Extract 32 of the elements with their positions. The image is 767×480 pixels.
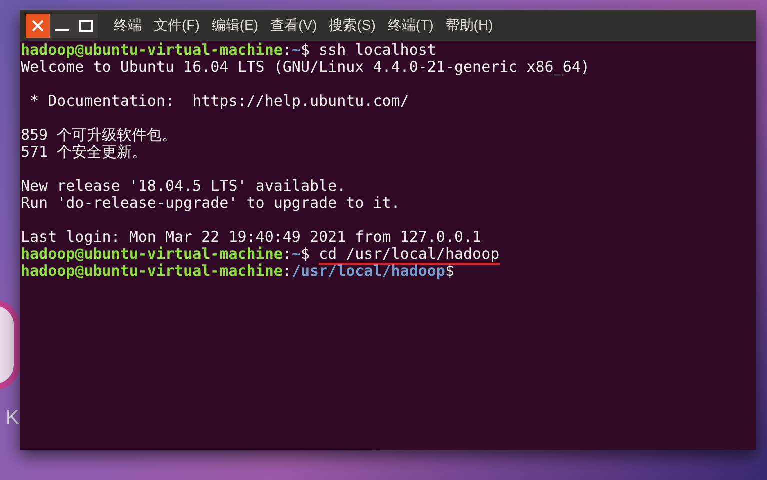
prompt-path: /usr/local/hadoop	[292, 262, 446, 280]
menu-item[interactable]: 帮助(H)	[446, 15, 494, 36]
terminal-text: :	[282, 41, 292, 59]
terminal-text: 571 个安全更新。	[21, 143, 148, 161]
terminal-text: $ ssh localhost	[300, 41, 436, 59]
terminal-text: New release '18.04.5 LTS' available.	[21, 177, 346, 195]
terminal-text: * Documentation: https://help.ubuntu.com/	[29, 92, 410, 110]
terminal-text: 859 个可升级软件包。	[21, 126, 178, 144]
underlined-command: cd /usr/local/hadoop	[319, 245, 500, 265]
menu-item[interactable]: 终端(T)	[388, 15, 434, 36]
terminal-text: Welcome to Ubuntu 16.04 LTS (GNU/Linux 4.4.0-21-generic x86_64)	[21, 58, 590, 76]
maximize-icon	[79, 20, 93, 32]
prompt-user: hadoop@ubuntu-virtual-machine	[21, 245, 283, 263]
close-icon	[32, 20, 44, 32]
menu-item[interactable]: 终端	[114, 15, 142, 36]
prompt-path: ~	[292, 245, 301, 263]
terminal-text: Last login: Mon Mar 22 19:40:49 2021 from 127.0.0.1	[21, 228, 482, 246]
menu-item[interactable]: 查看(V)	[270, 15, 318, 36]
prompt-path: ~	[292, 41, 301, 59]
prompt-user: hadoop@ubuntu-virtual-machine	[21, 41, 283, 59]
terminal-text: Run 'do-release-upgrade' to upgrade to it.	[21, 194, 400, 212]
menu-item[interactable]: 编辑(E)	[212, 15, 259, 36]
menu-item[interactable]: 搜索(S)	[329, 15, 376, 36]
terminal-text: :	[282, 245, 292, 263]
terminal-text: :	[282, 262, 292, 280]
prompt-user: hadoop@ubuntu-virtual-machine	[21, 262, 283, 280]
menu-item[interactable]: 文件(F)	[154, 15, 200, 36]
close-button[interactable]	[26, 14, 50, 38]
minimize-icon	[55, 29, 69, 31]
terminal-text: $	[445, 262, 454, 280]
desktop-label: K	[6, 406, 20, 431]
terminal-text: $	[300, 245, 311, 263]
